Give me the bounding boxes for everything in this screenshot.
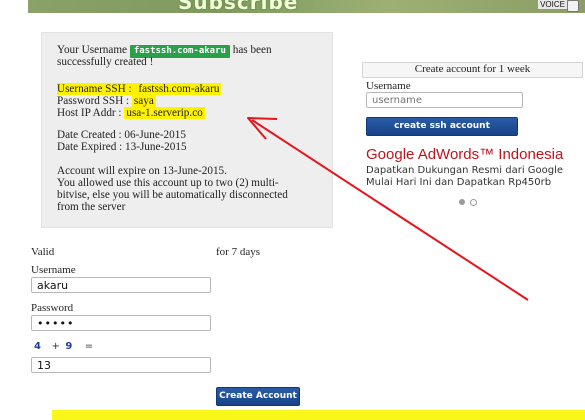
- limit-notice-1: You allowed use this account up to two (…: [57, 177, 279, 189]
- ssh-username-line: Username SSH : fastssh.com-akaru: [57, 83, 222, 95]
- voice-label: VOICE: [538, 0, 567, 9]
- widget-username-input[interactable]: [366, 92, 523, 108]
- create-account-button[interactable]: Create Account: [216, 387, 300, 406]
- password-input[interactable]: [31, 315, 211, 331]
- ad-description: Dapatkan Dukungan Resmi dari Google Mula…: [366, 165, 564, 188]
- captcha-equals: =: [84, 341, 94, 352]
- captcha-number-a: 4: [34, 341, 41, 352]
- limit-notice-2: bitvise, else you will be automatically …: [57, 189, 288, 201]
- host-ip-label: Host IP Addr :: [57, 107, 125, 119]
- captcha-question: 4 + 9 =: [34, 341, 93, 352]
- captcha-input[interactable]: [31, 357, 211, 373]
- ssh-password-line: Password SSH : saya: [57, 95, 156, 107]
- carousel-dot[interactable]: [470, 199, 477, 206]
- ad-title-link[interactable]: Google AdWords™ Indonesia: [366, 146, 563, 163]
- widget-header: Create account for 1 week: [362, 62, 583, 78]
- bottom-ad-strip: [52, 410, 585, 420]
- ssh-username-value: fastssh.com-akaru: [136, 83, 222, 95]
- carousel-dot-active[interactable]: [459, 199, 465, 205]
- ssh-password-label: Password SSH :: [57, 95, 132, 107]
- captcha-number-b: 9: [65, 341, 73, 352]
- password-label: Password: [31, 302, 74, 314]
- username-label: Username: [31, 264, 76, 276]
- created-line: successfully created !: [57, 56, 154, 68]
- valid-label: Valid: [31, 246, 55, 258]
- host-ip-value: usa-1.serverip.co: [124, 107, 205, 119]
- microphone-icon[interactable]: [567, 0, 579, 12]
- date-expired: Date Expired : 13-June-2015: [57, 141, 187, 153]
- date-created: Date Created : 06-June-2015: [57, 129, 186, 141]
- expire-notice: Account will expire on 13-June-2015.: [57, 165, 227, 177]
- valid-days: for 7 days: [216, 246, 260, 258]
- username-input[interactable]: [31, 277, 211, 293]
- username-prefix: Your Username: [57, 44, 128, 56]
- ssh-password-value: saya: [131, 95, 156, 107]
- account-result-box: Your Username fastssh.com-akaru has been…: [41, 32, 333, 228]
- create-ssh-account-button[interactable]: create ssh account: [366, 117, 518, 136]
- widget-username-label: Username: [366, 80, 411, 92]
- limit-notice-3: from the server: [57, 201, 126, 213]
- captcha-operator: +: [51, 341, 60, 352]
- username-suffix: has been: [232, 44, 272, 56]
- host-ip-line: Host IP Addr : usa-1.serverip.co: [57, 107, 205, 119]
- site-banner: Subscribe VOICE: [28, 0, 585, 13]
- ssh-username-label: Username SSH :: [57, 83, 137, 95]
- banner-title: Subscribe: [178, 0, 299, 13]
